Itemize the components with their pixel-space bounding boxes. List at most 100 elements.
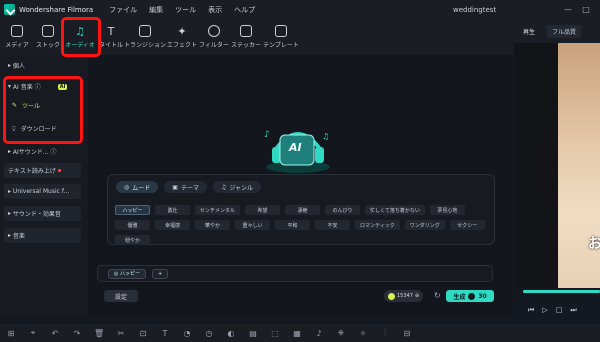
- tab-label: テンプレート: [263, 42, 299, 49]
- mood-chip[interactable]: セクシー: [449, 220, 485, 230]
- menu-view[interactable]: 表示: [208, 5, 222, 15]
- split-icon[interactable]: ⫶: [380, 328, 390, 338]
- preview-header: 再生 フル品質: [514, 19, 600, 43]
- tab-stock[interactable]: ストック: [34, 19, 62, 55]
- mood-chip[interactable]: ワンダリング: [404, 220, 445, 230]
- selected-tags-bar: ◎ ハッピー +: [97, 265, 493, 282]
- tts-icon[interactable]: ⎈: [336, 328, 346, 338]
- tab-effects[interactable]: ✦ エフェクト: [166, 19, 198, 55]
- filmora-window: Wondershare Filmora ファイル 編集 ツール 表示 ヘルプ w…: [0, 0, 600, 342]
- tab-label: ステッカー: [230, 42, 261, 49]
- mood-chip[interactable]: 夢見心地: [429, 205, 465, 215]
- audio-icon[interactable]: ♪: [314, 329, 324, 338]
- playback-progress[interactable]: [523, 290, 600, 293]
- sidebar-item-label: サウンド・効果音: [12, 211, 61, 218]
- generate-label: 生成: [453, 293, 466, 301]
- mood-chip[interactable]: 平和: [275, 220, 310, 230]
- ai-logo-text: AI: [289, 141, 302, 154]
- stop-icon[interactable]: □: [556, 306, 563, 314]
- mood-chip[interactable]: 幸福感: [155, 220, 190, 230]
- speed-icon[interactable]: ◔: [182, 329, 192, 338]
- sticker-icon: [240, 25, 252, 37]
- add-tag-button[interactable]: +: [151, 268, 169, 279]
- clock-icon[interactable]: ◷: [204, 329, 214, 338]
- menu-file[interactable]: ファイル: [109, 5, 137, 15]
- playback-controls: ⏮ ▷ □ ⏭: [514, 302, 600, 318]
- maximize-icon[interactable]: □: [578, 0, 594, 19]
- play-icon[interactable]: ▷: [542, 306, 547, 314]
- sidebar-item-tts[interactable]: テキスト読み上げ: [4, 163, 81, 178]
- menu-help[interactable]: ヘルプ: [234, 5, 255, 15]
- settings-button[interactable]: 設定: [104, 290, 138, 302]
- menu-tools[interactable]: ツール: [175, 5, 196, 15]
- selected-tag-happy[interactable]: ◎ ハッピー: [108, 268, 146, 279]
- prev-frame-icon[interactable]: ⏮: [528, 306, 534, 315]
- mood-chip[interactable]: 華やか: [195, 220, 230, 230]
- tab-theme[interactable]: ▣ テーマ: [164, 181, 207, 193]
- mood-chip[interactable]: 勇壮: [155, 205, 190, 215]
- mood-chip[interactable]: のんびり: [325, 205, 361, 215]
- tab-genre[interactable]: ♫ ジャンル: [212, 181, 262, 193]
- cut-icon[interactable]: ✂: [116, 329, 126, 338]
- tab-transitions[interactable]: トランジション: [124, 19, 166, 55]
- text-icon[interactable]: T: [160, 329, 170, 338]
- tab-mood[interactable]: ◎ ムード: [116, 181, 159, 193]
- delete-icon[interactable]: 🗑: [94, 329, 104, 338]
- tab-titles[interactable]: T タイトル: [98, 19, 124, 55]
- mood-chip[interactable]: 忙しくて落ち着かない: [365, 205, 425, 215]
- transform-icon[interactable]: ⬚: [270, 329, 280, 338]
- sidebar-item-personal[interactable]: ▸ 個人: [4, 58, 81, 73]
- snap-icon[interactable]: ⊟: [402, 329, 412, 338]
- tab-templates[interactable]: テンプレート: [262, 19, 300, 55]
- highlight-ai-music: [3, 76, 83, 144]
- tab-label: タイトル: [98, 42, 123, 49]
- layout-icon[interactable]: ⊞: [6, 329, 16, 338]
- sidebar-item-label: 音楽: [12, 233, 25, 240]
- sidebar-item-sfx[interactable]: ▸ サウンド・効果音: [4, 206, 81, 221]
- refresh-icon[interactable]: ↻: [434, 291, 441, 300]
- mood-chip[interactable]: 穏やか: [115, 235, 150, 245]
- preview-panel: お: [514, 43, 600, 288]
- mask-icon[interactable]: ▤: [248, 329, 258, 338]
- undo-icon[interactable]: ↶: [50, 329, 60, 338]
- mood-chip[interactable]: 優雅: [115, 220, 150, 230]
- next-icon[interactable]: ⏭: [570, 306, 576, 315]
- mood-chip[interactable]: 凄絶: [285, 205, 321, 215]
- tab-filters[interactable]: フィルター: [198, 19, 230, 55]
- credits-balance[interactable]: 15347 ⊕: [384, 290, 424, 302]
- redo-icon[interactable]: ↷: [72, 329, 82, 338]
- template-icon: [275, 25, 287, 37]
- timeline-toolbar: ⊞ ⌖ ↶ ↷ 🗑 ✂ ⊡ T ◔ ◷ ◐ ▤ ⬚ ▦ ♪ ⎈ ✧ ⫶ ⊟: [0, 324, 600, 342]
- select-icon[interactable]: ⌖: [28, 328, 38, 338]
- color-icon[interactable]: ◐: [226, 329, 236, 338]
- tab-playback[interactable]: 再生: [523, 27, 535, 36]
- mood-selector-card: ◎ ムード ▣ テーマ ♫ ジャンル ハッピー 勇壮 センチメンタル 希望 凄絶 のん…: [107, 174, 495, 245]
- tab-label: フィルター: [199, 42, 229, 49]
- generate-button[interactable]: 生成 30: [446, 290, 494, 302]
- credit-coin-icon: [388, 292, 395, 300]
- menu-edit[interactable]: 編集: [149, 5, 163, 15]
- sidebar-item-music[interactable]: ▸ 音楽: [4, 228, 81, 243]
- notification-dot: [57, 169, 61, 172]
- minimize-icon[interactable]: —: [560, 0, 576, 19]
- app-name: Wondershare Filmora: [19, 5, 94, 14]
- tab-media[interactable]: メディア: [0, 19, 34, 55]
- mood-chip[interactable]: センチメンタル: [195, 205, 241, 215]
- ai-icon[interactable]: ▦: [292, 329, 302, 338]
- mood-chip[interactable]: ハッピー: [115, 205, 150, 215]
- tab-label: テーマ: [180, 184, 199, 192]
- sidebar-item-ai-sound[interactable]: ▸ AIサウンド... ⓘ: [4, 144, 81, 159]
- mood-chip[interactable]: 希望: [245, 205, 281, 215]
- tab-label: メディア: [5, 42, 29, 49]
- mood-chip[interactable]: 重々しい: [235, 220, 270, 230]
- mood-icon: ◎: [124, 183, 130, 191]
- mood-chip[interactable]: 不安: [315, 220, 350, 230]
- crop-icon[interactable]: ⊡: [138, 329, 148, 338]
- quality-select[interactable]: フル品質: [547, 24, 582, 38]
- sidebar-item-universal[interactable]: ▸ Universal Music f...: [4, 184, 81, 199]
- mood-chip[interactable]: ロマンティック: [355, 220, 400, 230]
- tab-label: ムード: [132, 184, 151, 192]
- tab-stickers[interactable]: ステッカー: [230, 19, 262, 55]
- sidebar-item-label: AIサウンド...: [12, 149, 49, 156]
- effects-icon[interactable]: ✧: [358, 329, 368, 338]
